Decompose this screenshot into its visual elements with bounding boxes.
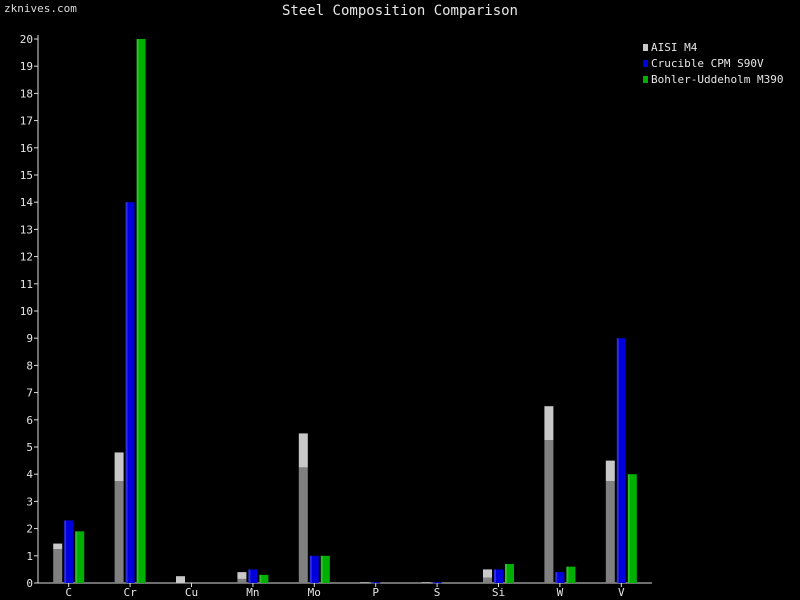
bar-C-0-min xyxy=(53,549,63,583)
x-tick-label: V xyxy=(618,586,625,599)
bar-Mo-0-range xyxy=(298,433,308,468)
x-tick-label: Cu xyxy=(185,586,198,599)
chart: 01234567891011121314151617181920C Cr Cu Mn M… xyxy=(20,33,784,599)
bar-Cr-0-range xyxy=(114,452,124,481)
bar-V-0-range xyxy=(605,460,615,481)
bar-shine xyxy=(136,39,139,583)
bar-Si-0-min xyxy=(483,577,492,583)
y-tick-label: 18 xyxy=(20,87,33,100)
y-tick-label: 16 xyxy=(20,142,33,155)
y-tick-label: 10 xyxy=(20,305,33,318)
y-tick-label: 1 xyxy=(26,550,33,563)
y-tick-label: 15 xyxy=(20,169,33,182)
bar-W-0-range xyxy=(544,406,554,441)
bar-shine xyxy=(64,520,67,583)
x-tick-label: S xyxy=(434,586,441,599)
bar-C-0-range xyxy=(53,543,63,549)
bar-S-0-range xyxy=(421,582,431,584)
legend-label-1: Crucible CPM S90V xyxy=(651,57,764,70)
y-tick-label: 12 xyxy=(20,251,33,264)
x-tick-label: Mn xyxy=(246,586,259,599)
bar-shine xyxy=(259,574,262,583)
bar-shine xyxy=(309,555,312,583)
bar-Cu-0-range xyxy=(176,576,185,583)
bar-shine xyxy=(505,563,507,583)
bar-P-0-range xyxy=(360,582,370,584)
bars xyxy=(53,39,637,584)
bar-shine xyxy=(627,474,630,583)
y-tick-label: 4 xyxy=(26,468,33,481)
bar-Mo-0-min xyxy=(298,467,308,583)
y-tick-label: 9 xyxy=(26,332,33,345)
y-tick-label: 19 xyxy=(20,60,33,73)
bar-Cr-0-min xyxy=(114,481,124,583)
legend-label-2: Bohler-Uddeholm M390 xyxy=(651,73,783,86)
bar-shine xyxy=(75,531,78,583)
y-tick-label: 8 xyxy=(26,359,33,372)
y-tick-label: 3 xyxy=(26,495,33,508)
x-tick-label: P xyxy=(372,586,379,599)
x-tick-label: C xyxy=(65,586,72,599)
legend: AISI M4 Crucible CPM S90V Bohler-Uddeholm … xyxy=(643,41,783,86)
y-tick-label: 6 xyxy=(26,414,33,427)
legend-swatch-0 xyxy=(643,44,648,51)
bar-V-0-min xyxy=(605,481,615,583)
bar-shine xyxy=(566,566,569,583)
y-tick-label: 14 xyxy=(20,196,34,209)
y-tick-label: 11 xyxy=(20,278,33,291)
y-tick-label: 0 xyxy=(26,577,33,590)
bar-shine xyxy=(432,582,435,584)
x-tick-label: Cr xyxy=(123,586,137,599)
bar-shine xyxy=(555,572,558,583)
bar-Mn-0-min xyxy=(237,578,247,583)
y-tick-label: 7 xyxy=(26,387,33,400)
x-tick-label: Mo xyxy=(308,586,321,599)
bar-shine xyxy=(320,555,323,583)
bar-shine xyxy=(248,569,251,583)
legend-swatch-2 xyxy=(643,76,648,83)
bar-shine xyxy=(616,338,619,583)
bar-Mn-0-range xyxy=(237,572,247,579)
bar-Si-0-range xyxy=(483,569,492,578)
legend-label-0: AISI M4 xyxy=(651,41,698,54)
axes: 01234567891011121314151617181920C Cr Cu Mn M… xyxy=(20,33,652,599)
y-tick-label: 17 xyxy=(20,115,33,128)
y-tick-label: 20 xyxy=(20,33,33,46)
bar-W-0-min xyxy=(544,440,554,583)
y-tick-label: 2 xyxy=(26,523,33,536)
y-tick-label: 5 xyxy=(26,441,33,454)
legend-swatch-1 xyxy=(643,60,648,67)
bar-shine xyxy=(494,569,496,583)
bar-shine xyxy=(371,582,374,584)
x-tick-label: Si xyxy=(492,586,505,599)
bar-shine xyxy=(125,202,128,583)
x-tick-label: W xyxy=(557,586,564,599)
y-tick-label: 13 xyxy=(20,223,33,236)
